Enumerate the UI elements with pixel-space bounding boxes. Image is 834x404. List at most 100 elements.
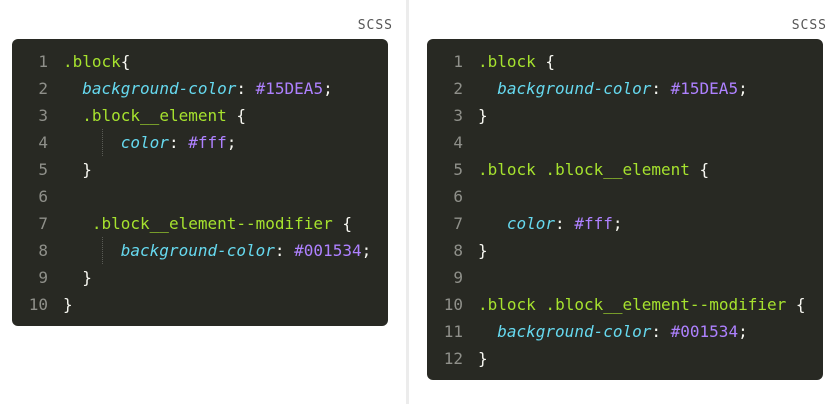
line-number: 10 <box>28 295 48 314</box>
code-line: 8} <box>427 237 823 264</box>
code-token: : <box>651 79 671 98</box>
code-text: } <box>82 264 92 291</box>
code-text: } <box>82 156 92 183</box>
code-token: : <box>168 133 189 152</box>
left-code-panel: SCSS 1 .block{2 background-color: #15DEA5;… <box>0 0 406 404</box>
code-token: { <box>535 52 556 71</box>
line-number: 4 <box>453 133 463 152</box>
line-number: 5 <box>453 160 463 179</box>
code-text: .block .block__element--modifier { <box>478 291 806 318</box>
code-line: 12} <box>427 345 823 372</box>
code-token: .block <box>478 52 536 71</box>
line-number: 8 <box>453 241 463 260</box>
code-text: color: #fff; <box>121 129 237 156</box>
code-token: .block .block__element--modifier <box>478 295 787 314</box>
line-number: 6 <box>38 187 48 206</box>
code-text: .block__element--modifier { <box>92 210 352 237</box>
code-token: .block .block__element <box>478 160 690 179</box>
line-number: 3 <box>38 106 48 125</box>
code-token: .block__element--modifier <box>91 214 333 233</box>
code-token: #fff <box>188 133 227 152</box>
code-token: { <box>332 214 352 233</box>
line-number: 7 <box>453 214 463 233</box>
code-text: .block{ <box>63 48 130 75</box>
code-line: 3} <box>427 102 823 129</box>
code-token: #15DEA5 <box>670 79 739 98</box>
code-token: : <box>555 214 575 233</box>
code-token: background-color <box>82 79 237 98</box>
line-number: 7 <box>38 214 48 233</box>
code-token: background-color <box>497 322 652 341</box>
line-number: 11 <box>443 322 463 341</box>
code-token: #fff <box>574 214 613 233</box>
line-number: 1 <box>38 52 48 71</box>
code-token: .block <box>63 52 121 71</box>
code-token: ; <box>361 241 372 260</box>
code-token: ; <box>226 133 237 152</box>
code-block[interactable]: 1 .block{2 background-color: #15DEA5; 3 .blo… <box>12 39 388 326</box>
code-line: 1 .block{ <box>12 48 388 75</box>
code-line: 6 <box>12 183 388 210</box>
code-line: 2 background-color: #15DEA5; <box>12 75 388 102</box>
line-number: 6 <box>453 187 463 206</box>
code-text: .block__element { <box>82 102 246 129</box>
code-text: .block .block__element { <box>478 156 709 183</box>
line-number: 2 <box>38 79 48 98</box>
code-text: background-color: #001534; <box>121 237 371 264</box>
code-line: 2 background-color: #15DEA5; <box>427 75 823 102</box>
line-number: 2 <box>453 79 463 98</box>
code-token: { <box>120 52 131 71</box>
code-line: 4 color: #fff; <box>12 129 388 156</box>
code-token: { <box>689 160 710 179</box>
code-line: 7 .block__element--modifier { <box>12 210 388 237</box>
code-line: 5} <box>12 156 388 183</box>
indent-guide <box>101 237 103 264</box>
code-token: : <box>274 241 295 260</box>
code-token: : <box>651 322 671 341</box>
code-text: background-color: #15DEA5; <box>497 75 747 102</box>
code-token: .block__element <box>82 106 227 125</box>
code-token: ; <box>323 79 333 98</box>
code-block[interactable]: 1 .block {2 background-color: #15DEA5; 3} 4 5… <box>427 39 823 380</box>
code-line: 9 <box>427 264 823 291</box>
code-token: } <box>63 295 73 314</box>
code-token: { <box>786 295 806 314</box>
code-line: 3 .block__element { <box>12 102 388 129</box>
code-line: 1 .block { <box>427 48 823 75</box>
code-token: } <box>478 106 488 125</box>
line-number: 5 <box>38 160 48 179</box>
code-token: } <box>82 160 92 179</box>
code-token: ; <box>612 214 623 233</box>
code-text: background-color: #001534; <box>497 318 747 345</box>
code-token: #001534 <box>294 241 362 260</box>
line-number: 1 <box>453 52 463 71</box>
code-token: ; <box>738 79 748 98</box>
code-line: 10} <box>12 291 388 318</box>
code-token: color <box>120 133 169 152</box>
code-text: .block { <box>478 48 555 75</box>
code-line: 7 color: #fff; <box>427 210 823 237</box>
code-token: { <box>226 106 247 125</box>
line-number: 12 <box>443 349 463 368</box>
code-token: background-color <box>497 79 652 98</box>
code-line: 6 <box>427 183 823 210</box>
code-line: 4 <box>427 129 823 156</box>
code-token: } <box>82 268 92 287</box>
language-label: SCSS <box>357 18 393 33</box>
code-token: } <box>478 241 488 260</box>
code-token: } <box>478 349 488 368</box>
indent-guide <box>101 129 103 156</box>
code-line: 10 .block .block__element--modifier { <box>427 291 823 318</box>
line-number: 9 <box>453 268 463 287</box>
right-code-panel: SCSS 1 .block {2 background-color: #15DEA5… <box>409 0 834 404</box>
code-token: #001534 <box>670 322 739 341</box>
code-line: 9} <box>12 264 388 291</box>
code-text: } <box>63 291 73 318</box>
code-token: ; <box>738 322 748 341</box>
code-text: } <box>478 102 488 129</box>
line-number: 10 <box>443 295 463 314</box>
code-text: background-color: #15DEA5; <box>82 75 332 102</box>
code-text: } <box>478 237 488 264</box>
code-token: : <box>236 79 256 98</box>
code-text: color: #fff; <box>507 210 623 237</box>
